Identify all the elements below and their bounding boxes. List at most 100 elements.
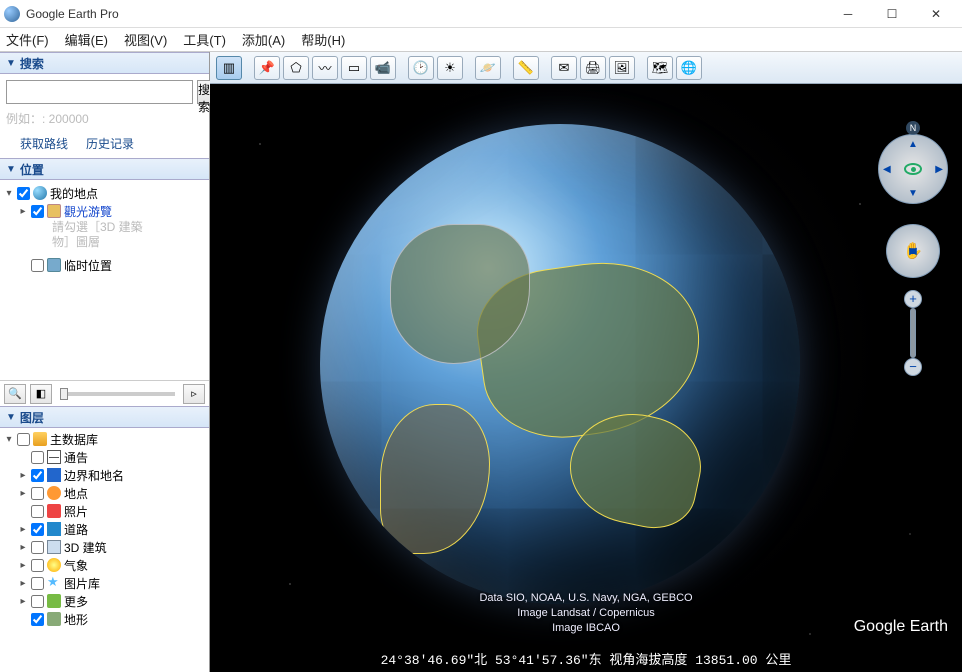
zoom-slider[interactable] xyxy=(910,308,916,358)
my-places-row[interactable]: ▾ 我的地点 xyxy=(2,184,207,202)
globe-button[interactable]: 🌐 xyxy=(676,56,702,80)
layer-row[interactable]: 通告 xyxy=(2,448,207,466)
more-icon xyxy=(47,594,61,608)
add-polygon-button[interactable]: ⬠ xyxy=(283,56,309,80)
temp-places-label: 临时位置 xyxy=(64,257,112,274)
temp-places-checkbox[interactable] xyxy=(31,259,44,272)
expand-icon[interactable]: ▸ xyxy=(18,488,28,499)
layer-checkbox[interactable] xyxy=(31,595,44,608)
record-tour-button[interactable]: 📹 xyxy=(370,56,396,80)
expand-icon[interactable] xyxy=(18,614,28,625)
layer-row[interactable]: ▸ 气象 xyxy=(2,556,207,574)
primary-db-checkbox[interactable] xyxy=(17,433,30,446)
expand-icon[interactable]: ▸ xyxy=(18,578,28,589)
add-image-overlay-button[interactable]: ▭ xyxy=(341,56,367,80)
play-tour-button[interactable]: ▹ xyxy=(183,384,205,404)
toggle-sidebar-button[interactable]: ▥ xyxy=(216,56,242,80)
expand-icon[interactable]: ▸ xyxy=(18,470,28,481)
planet-button[interactable]: 🪐 xyxy=(475,56,501,80)
add-path-button[interactable]: 〰 xyxy=(312,56,338,80)
layer-checkbox[interactable] xyxy=(31,559,44,572)
look-left-icon[interactable]: ◀ xyxy=(883,164,891,175)
menu-view[interactable]: 视图(V) xyxy=(124,30,167,49)
zoom-out-button[interactable]: − xyxy=(904,358,922,376)
layer-row[interactable]: ▸道路 xyxy=(2,520,207,538)
layer-row[interactable]: ▸边界和地名 xyxy=(2,466,207,484)
maximize-button[interactable]: ☐ xyxy=(870,0,914,28)
layer-label: 气象 xyxy=(64,557,88,574)
expand-icon[interactable] xyxy=(18,506,28,517)
expand-icon[interactable]: ▾ xyxy=(4,188,14,199)
layer-row[interactable]: 地形 xyxy=(2,610,207,628)
globe-canvas[interactable]: N ▲ ▼ ◀ ▶ ▲ ▼ ◀ ▶ ✋ + − Data SIO, NOAA, … xyxy=(210,84,962,672)
search-button[interactable]: 搜索 xyxy=(197,80,211,104)
menu-bar: 文件(F) 编辑(E) 视图(V) 工具(T) 添加(A) 帮助(H) xyxy=(0,28,962,52)
look-up-icon[interactable]: ▲ xyxy=(908,139,918,150)
layer-checkbox[interactable] xyxy=(31,577,44,590)
pan-control[interactable]: ▲ ▼ ◀ ▶ ✋ xyxy=(886,224,940,278)
menu-file[interactable]: 文件(F) xyxy=(6,30,49,49)
history-link[interactable]: 历史记录 xyxy=(86,135,134,152)
sightseeing-row[interactable]: ▸ 觀光游覽 xyxy=(2,202,207,220)
search-places-button[interactable]: 🔍 xyxy=(4,384,26,404)
email-button[interactable]: ✉ xyxy=(551,56,577,80)
expand-icon[interactable]: ▸ xyxy=(18,524,28,535)
expand-icon[interactable]: ▸ xyxy=(18,596,28,607)
expand-icon[interactable]: ▸ xyxy=(18,206,28,217)
expand-icon[interactable]: ▾ xyxy=(4,434,14,445)
primary-db-row[interactable]: ▾ 主数据库 xyxy=(2,430,207,448)
layer-row[interactable]: ▸3D 建筑 xyxy=(2,538,207,556)
expand-icon[interactable]: ▸ xyxy=(18,542,28,553)
search-header-label: 搜索 xyxy=(20,55,44,72)
temp-places-row[interactable]: 临时位置 xyxy=(2,256,207,274)
collapse-icon: ▼ xyxy=(6,164,16,175)
collapse-icon: ▼ xyxy=(6,58,16,69)
search-input[interactable] xyxy=(6,80,193,104)
google-earth-logo: Google Earth xyxy=(854,618,948,636)
opacity-slider[interactable] xyxy=(60,392,175,396)
layer-checkbox[interactable] xyxy=(31,487,44,500)
layer-row[interactable]: ▸更多 xyxy=(2,592,207,610)
menu-tools[interactable]: 工具(T) xyxy=(183,30,226,49)
layer-row[interactable]: ▸★图片库 xyxy=(2,574,207,592)
sightseeing-checkbox[interactable] xyxy=(31,205,44,218)
north-label: N xyxy=(906,121,920,135)
print-button[interactable]: 🖨 xyxy=(580,56,606,80)
expand-icon[interactable] xyxy=(18,452,28,463)
layer-hint: 請勾選［3D 建築物］圖層 xyxy=(2,220,207,250)
minimize-button[interactable]: ─ xyxy=(826,0,870,28)
close-button[interactable]: ✕ xyxy=(914,0,958,28)
layer-checkbox[interactable] xyxy=(31,541,44,554)
zoom-in-button[interactable]: + xyxy=(904,290,922,308)
menu-edit[interactable]: 编辑(E) xyxy=(65,30,108,49)
toggle-view-button[interactable]: ◧ xyxy=(30,384,52,404)
my-places-checkbox[interactable] xyxy=(17,187,30,200)
view-in-maps-button[interactable]: 🗺 xyxy=(647,56,673,80)
layer-checkbox[interactable] xyxy=(31,613,44,626)
layers-panel: ▾ 主数据库 通告▸边界和地名▸地点 照片▸道路▸3D 建筑▸气象▸★图片库▸更… xyxy=(0,428,209,672)
save-image-button[interactable]: 🖼 xyxy=(609,56,635,80)
layer-checkbox[interactable] xyxy=(31,523,44,536)
get-directions-link[interactable]: 获取路线 xyxy=(20,135,68,152)
look-down-icon[interactable]: ▼ xyxy=(908,188,918,199)
pan-right-icon[interactable]: ▶ xyxy=(909,246,917,257)
look-right-icon[interactable]: ▶ xyxy=(935,164,943,175)
ruler-button[interactable]: 📏 xyxy=(513,56,539,80)
layer-row[interactable]: 照片 xyxy=(2,502,207,520)
layers-panel-header[interactable]: ▼ 图层 xyxy=(0,406,209,428)
history-imagery-button[interactable]: 🕑 xyxy=(408,56,434,80)
add-placemark-button[interactable]: 📌 xyxy=(254,56,280,80)
layer-checkbox[interactable] xyxy=(31,505,44,518)
look-compass[interactable]: N ▲ ▼ ◀ ▶ xyxy=(878,134,948,204)
search-panel-header[interactable]: ▼ 搜索 xyxy=(0,52,209,74)
layers-header-label: 图层 xyxy=(20,409,44,426)
menu-help[interactable]: 帮助(H) xyxy=(301,30,345,49)
places-panel-header[interactable]: ▼ 位置 xyxy=(0,158,209,180)
layer-checkbox[interactable] xyxy=(31,469,44,482)
layer-checkbox[interactable] xyxy=(31,451,44,464)
menu-add[interactable]: 添加(A) xyxy=(242,30,285,49)
sunlight-button[interactable]: ☀ xyxy=(437,56,463,80)
layer-row[interactable]: ▸地点 xyxy=(2,484,207,502)
expand-icon[interactable]: ▸ xyxy=(18,560,28,571)
layer-label: 照片 xyxy=(64,503,88,520)
